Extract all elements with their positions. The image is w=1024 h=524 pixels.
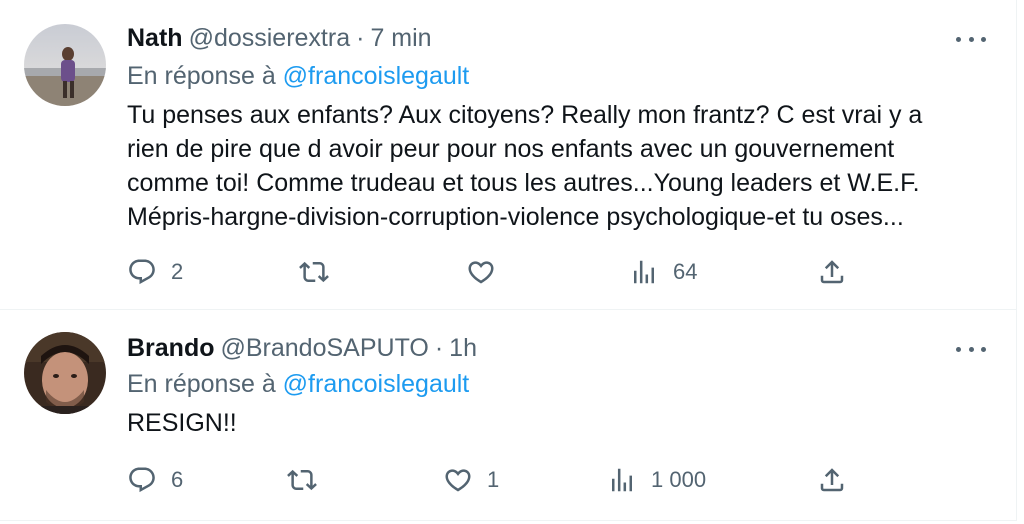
separator: · bbox=[356, 23, 365, 52]
reply-button[interactable]: 6 bbox=[127, 460, 183, 500]
reply-icon bbox=[129, 259, 155, 285]
reply-context: En réponse à @francoislegault bbox=[127, 62, 469, 91]
share-button[interactable] bbox=[817, 460, 847, 500]
retweet-button[interactable] bbox=[299, 252, 343, 292]
avatar[interactable] bbox=[24, 24, 106, 106]
reply-prefix: En réponse à bbox=[127, 370, 276, 398]
action-bar: 6 1 1 000 bbox=[127, 460, 976, 500]
timestamp[interactable]: 1h bbox=[449, 334, 477, 363]
tweet-text: Tu penses aux enfants? Aux citoyens? Rea… bbox=[127, 98, 997, 234]
tweet-text-line: Mépris-hargne-division-corruption-violen… bbox=[127, 203, 904, 231]
like-count: 1 bbox=[487, 467, 500, 492]
heart-icon bbox=[445, 469, 471, 492]
timestamp[interactable]: 7 min bbox=[370, 24, 431, 53]
reply-prefix: En réponse à bbox=[127, 62, 276, 90]
more-icon[interactable] bbox=[956, 34, 986, 44]
share-button[interactable] bbox=[817, 252, 847, 292]
tweet[interactable]: Nath @dossierextra · 7 min En réponse à … bbox=[0, 0, 1017, 310]
tweet-text-line: RESIGN!! bbox=[127, 409, 237, 437]
author-handle[interactable]: @dossierextra bbox=[189, 24, 351, 53]
views-button[interactable]: 1 000 bbox=[607, 460, 706, 500]
author-name[interactable]: Brando bbox=[127, 334, 215, 363]
tweet-header: Nath @dossierextra · 7 min bbox=[127, 22, 432, 54]
reply-handle-link[interactable]: @francoislegault bbox=[283, 62, 470, 90]
views-button[interactable]: 64 bbox=[629, 252, 697, 292]
share-icon bbox=[820, 260, 844, 284]
separator: · bbox=[434, 333, 444, 362]
views-icon bbox=[634, 260, 654, 284]
author-name[interactable]: Nath bbox=[127, 24, 183, 53]
reply-handle-link[interactable]: @francoislegault bbox=[283, 370, 470, 398]
author-handle[interactable]: @BrandoSAPUTO bbox=[221, 334, 429, 363]
tweet-text-line: Tu penses aux enfants? Aux citoyens? Rea… bbox=[127, 101, 923, 129]
retweet-icon bbox=[287, 469, 317, 491]
tweet-header: Brando @BrandoSAPUTO · 1h bbox=[127, 332, 477, 364]
reply-count: 6 bbox=[171, 467, 184, 492]
views-count: 1 000 bbox=[651, 467, 707, 492]
more-icon[interactable] bbox=[956, 344, 986, 354]
like-button[interactable]: 1 bbox=[443, 460, 499, 500]
views-count: 64 bbox=[673, 259, 698, 284]
action-bar: 2 64 bbox=[127, 252, 976, 292]
share-icon bbox=[820, 468, 844, 492]
heart-icon bbox=[468, 261, 494, 284]
tweet-text-line: rien de pire que d avoir peur pour nos e… bbox=[127, 135, 895, 163]
tweet-text-line: comme toi! Comme trudeau et tous les aut… bbox=[127, 169, 920, 197]
reply-count: 2 bbox=[171, 259, 184, 284]
tweet[interactable]: Brando @BrandoSAPUTO · 1h En réponse à @… bbox=[0, 310, 1017, 521]
views-icon bbox=[612, 468, 632, 492]
reply-icon bbox=[129, 467, 155, 493]
reply-context: En réponse à @francoislegault bbox=[127, 370, 469, 399]
retweet-button[interactable] bbox=[287, 460, 331, 500]
like-button[interactable] bbox=[466, 252, 510, 292]
tweet-text: RESIGN!! bbox=[127, 406, 997, 440]
avatar[interactable] bbox=[24, 332, 106, 414]
reply-button[interactable]: 2 bbox=[127, 252, 183, 292]
retweet-icon bbox=[299, 261, 329, 283]
